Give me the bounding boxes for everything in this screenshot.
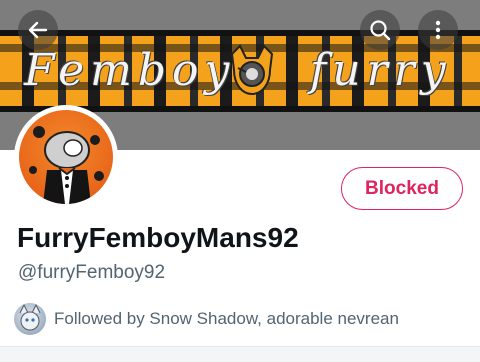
blocked-button[interactable]: Blocked xyxy=(341,167,463,210)
follower-avatar xyxy=(14,303,46,335)
display-name: FurryFemboyMans92 xyxy=(17,222,299,253)
more-vertical-icon xyxy=(435,20,441,40)
avatar-image xyxy=(19,110,113,204)
banner-character-icon xyxy=(230,44,274,96)
arrow-left-icon xyxy=(28,21,48,39)
profile-avatar[interactable] xyxy=(14,105,118,209)
followed-by-text: Followed by Snow Shadow, adorable nevrea… xyxy=(54,309,399,328)
avatar-character-icon xyxy=(29,126,104,204)
user-handle: @furryFemboy92 xyxy=(18,262,166,283)
search-button[interactable] xyxy=(360,10,400,50)
section-divider xyxy=(0,346,480,362)
follower-avatar-icon xyxy=(19,303,41,331)
banner-text-left: Femboy xyxy=(24,45,236,96)
back-button[interactable] xyxy=(18,10,58,50)
search-icon xyxy=(370,20,391,41)
followed-by-row[interactable]: Followed by Snow Shadow, adorable nevrea… xyxy=(14,302,399,336)
more-options-button[interactable] xyxy=(418,10,458,50)
